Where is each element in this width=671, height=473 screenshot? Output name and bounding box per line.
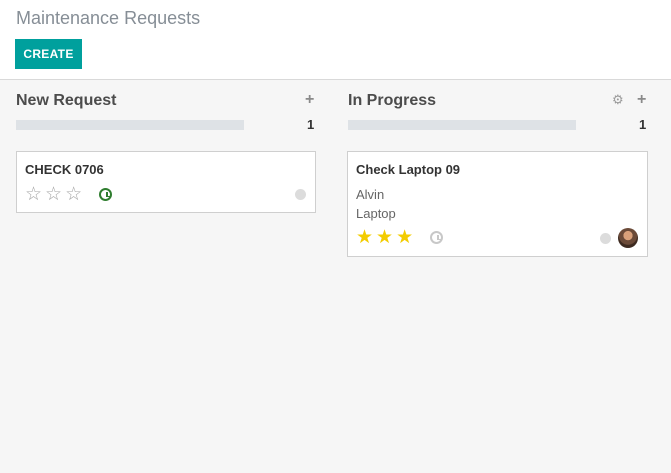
clock-icon[interactable] (430, 231, 443, 244)
column-title: New Request (16, 92, 117, 109)
kanban-column-new-request: New Request + 1 CHECK 0706 ☆ ☆ ☆ (0, 80, 316, 473)
gear-icon[interactable]: ⚙ (612, 93, 624, 107)
plus-icon[interactable]: + (305, 92, 314, 108)
create-button[interactable]: CREATE (15, 39, 82, 69)
avatar[interactable] (618, 228, 638, 248)
star-icon[interactable]: ☆ (65, 185, 82, 204)
card-assignee: Alvin (356, 187, 385, 202)
star-icon[interactable]: ★ (396, 228, 413, 247)
column-count: 1 (639, 117, 647, 132)
kanban-board: New Request + 1 CHECK 0706 ☆ ☆ ☆ In Prog… (0, 80, 671, 473)
status-dot[interactable] (295, 189, 306, 200)
star-icon[interactable]: ☆ (25, 185, 42, 204)
star-icon[interactable]: ★ (356, 228, 373, 247)
status-dot[interactable] (600, 233, 611, 244)
clock-icon[interactable] (99, 188, 112, 201)
card-equipment: Laptop (356, 206, 396, 221)
plus-icon[interactable]: + (637, 92, 646, 108)
kanban-card[interactable]: Check Laptop 09 Alvin Laptop ★ ★ ★ (347, 151, 648, 257)
card-title: CHECK 0706 (25, 162, 104, 177)
card-title: Check Laptop 09 (356, 162, 461, 177)
breadcrumb: Maintenance Requests (16, 8, 201, 28)
star-icon[interactable]: ☆ (45, 185, 62, 204)
column-progress-bar[interactable] (348, 120, 576, 130)
column-count: 1 (307, 117, 315, 132)
control-panel: Maintenance Requests CREATE (0, 0, 671, 80)
column-title: In Progress (348, 92, 437, 109)
priority-stars[interactable]: ★ ★ ★ (356, 228, 413, 247)
column-progress-bar[interactable] (16, 120, 244, 130)
kanban-card[interactable]: CHECK 0706 ☆ ☆ ☆ (16, 151, 316, 213)
kanban-column-in-progress: In Progress ⚙ + 1 Check Laptop 09 Alvin … (332, 80, 671, 473)
priority-stars[interactable]: ☆ ☆ ☆ (25, 185, 82, 204)
star-icon[interactable]: ★ (376, 228, 393, 247)
